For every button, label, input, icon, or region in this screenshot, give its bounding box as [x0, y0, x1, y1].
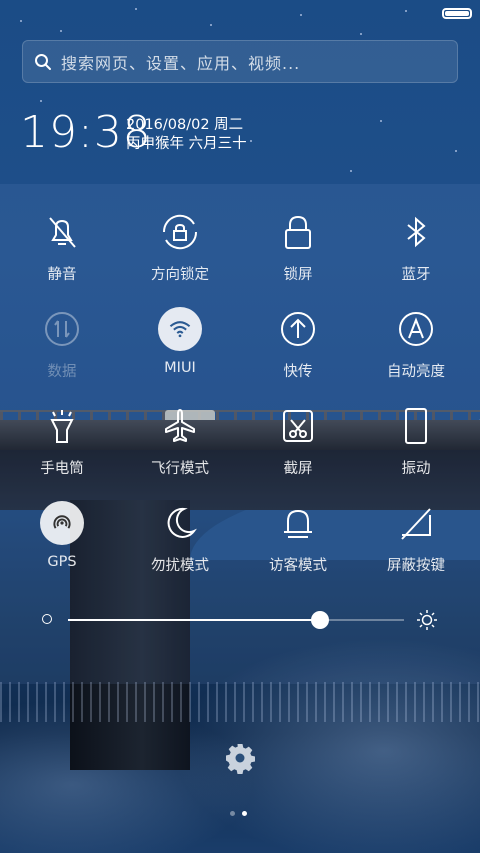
toggle-label: 数据	[47, 364, 77, 380]
brightness-low-icon	[42, 614, 52, 624]
toggle-label: 勿扰模式	[151, 558, 209, 574]
toggle-label: MIUI	[164, 360, 196, 376]
toggle-vibrate[interactable]: 振动	[356, 404, 476, 478]
battery-icon	[442, 8, 472, 19]
toggle-flashlight[interactable]: 手电筒	[2, 404, 122, 478]
brightness-knob[interactable]	[311, 611, 329, 629]
toggle-label: 静音	[47, 267, 77, 283]
screenshot-icon	[276, 404, 320, 448]
toggle-silent[interactable]: 静音	[2, 210, 122, 284]
mobile-data-icon	[40, 307, 84, 351]
toggle-do-not-disturb[interactable]: 勿扰模式	[120, 501, 240, 575]
date-block[interactable]: 2016/08/02 周二 丙申猴年 六月三十	[126, 116, 247, 154]
bluetooth-icon	[394, 210, 438, 254]
toggle-label: 自动亮度	[387, 364, 445, 380]
toggle-label: 访客模式	[269, 558, 327, 574]
rotation-lock-icon	[158, 210, 202, 254]
toggle-auto-brightness[interactable]: 自动亮度	[356, 307, 476, 381]
page-indicator	[230, 811, 250, 817]
gps-icon	[40, 501, 84, 545]
toggle-gps[interactable]: GPS	[2, 501, 122, 570]
date-text: 2016/08/02 周二	[126, 117, 244, 133]
toggle-airplane-mode[interactable]: 飞行模式	[120, 404, 240, 478]
search-placeholder: 搜索网页、设置、应用、视频...	[61, 53, 301, 73]
settings-gear-icon[interactable]	[224, 742, 256, 774]
disable-keys-icon	[394, 501, 438, 545]
flashlight-icon	[40, 404, 84, 448]
brightness-slider[interactable]	[42, 606, 438, 634]
vibrate-icon	[394, 404, 438, 448]
search-bar[interactable]: 搜索网页、设置、应用、视频...	[22, 40, 458, 83]
search-icon	[34, 53, 52, 71]
bell-off-icon	[40, 210, 84, 254]
toggle-label: 手电筒	[40, 461, 84, 477]
toggle-rotation-lock[interactable]: 方向锁定	[120, 210, 240, 284]
toggle-label: 快传	[283, 364, 313, 380]
toggle-label: 锁屏	[283, 267, 313, 283]
upload-icon	[276, 307, 320, 351]
toggle-disable-keys[interactable]: 屏蔽按键	[356, 501, 476, 575]
toggle-label: 蓝牙	[401, 267, 431, 283]
toggle-guest-mode[interactable]: 访客模式	[238, 501, 358, 575]
toggle-wifi[interactable]: MIUI	[120, 307, 240, 376]
toggle-lock-screen[interactable]: 锁屏	[238, 210, 358, 284]
toggle-label: GPS	[47, 554, 77, 570]
toggle-label: 振动	[401, 461, 431, 477]
toggle-label: 方向锁定	[151, 267, 209, 283]
guest-icon	[276, 501, 320, 545]
brightness-high-icon	[416, 609, 438, 631]
toggle-quick-transfer[interactable]: 快传	[238, 307, 358, 381]
page-dot-1	[230, 811, 235, 816]
lock-icon	[276, 210, 320, 254]
wifi-icon	[158, 307, 202, 351]
brightness-track[interactable]	[68, 611, 404, 629]
airplane-icon	[158, 404, 202, 448]
page-dot-2	[242, 811, 247, 816]
toggle-bluetooth[interactable]: 蓝牙	[356, 210, 476, 284]
moon-icon	[158, 501, 202, 545]
toggle-label: 截屏	[283, 461, 313, 477]
toggle-mobile-data[interactable]: 数据	[2, 307, 122, 381]
lunar-date-text: 丙申猴年 六月三十	[126, 136, 247, 152]
toggle-label: 飞行模式	[151, 461, 209, 477]
auto-brightness-icon	[394, 307, 438, 351]
toggle-screenshot[interactable]: 截屏	[238, 404, 358, 478]
toggle-label: 屏蔽按键	[387, 558, 445, 574]
